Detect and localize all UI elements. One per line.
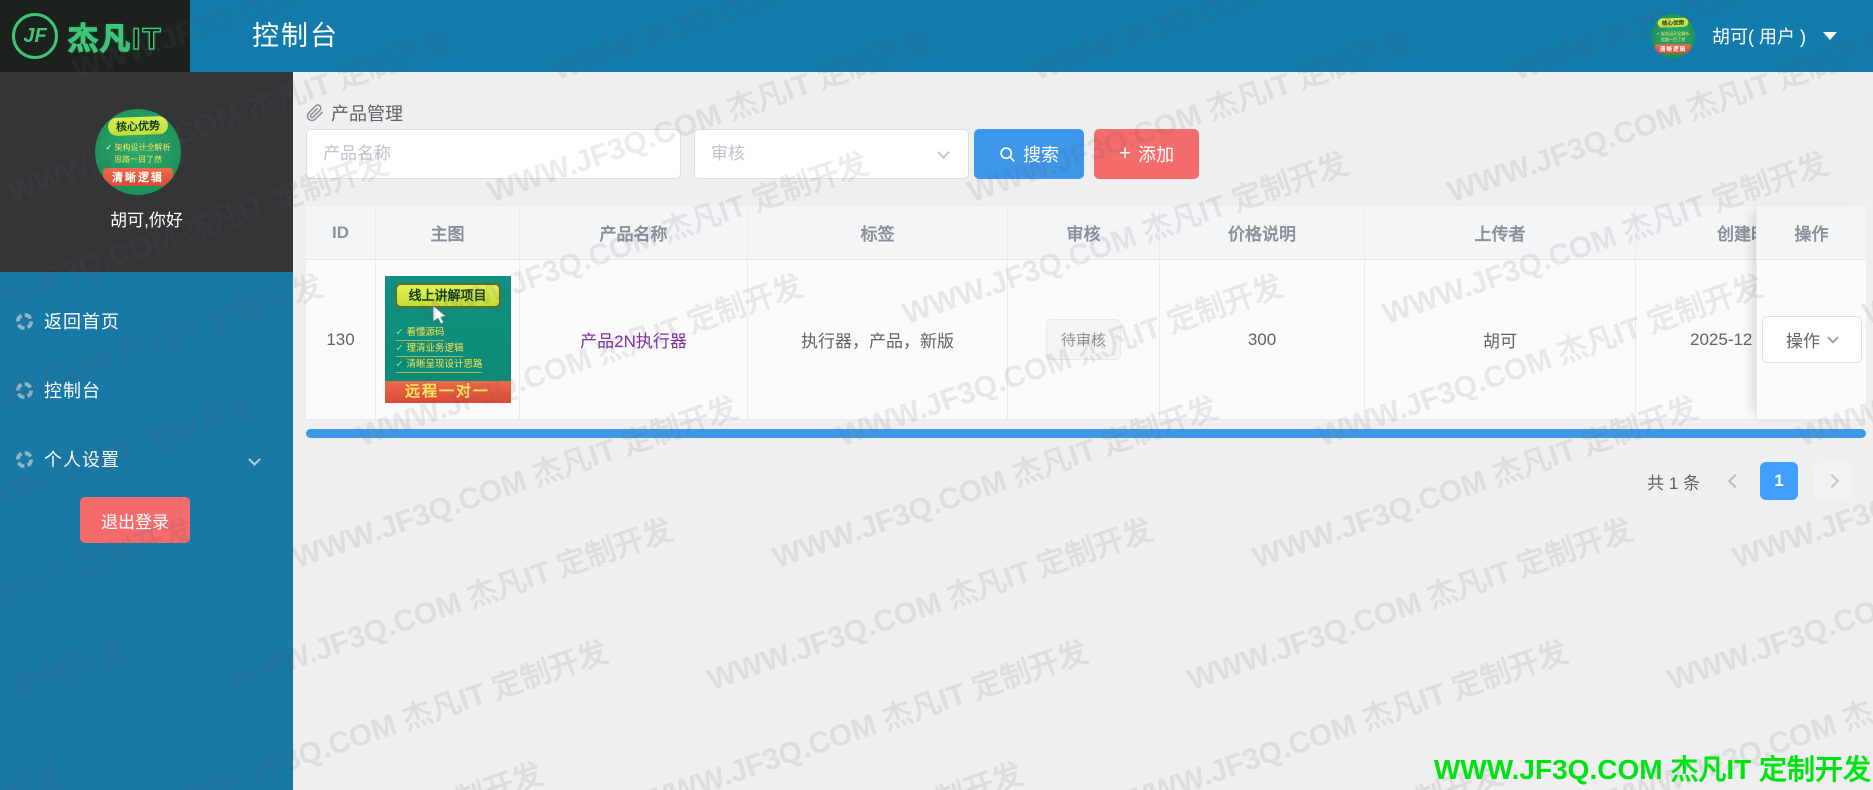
col-header-name: 产品名称 [520, 205, 748, 260]
pagination-page-1[interactable]: 1 [1760, 462, 1798, 500]
product-table: ID 主图 产品名称 标签 审核 价格说明 上传者 创建时间 130 线上讲解项… [306, 205, 1866, 420]
table-row: 130 线上讲解项目 ✓看懂源码 ✓理清业务逻辑 ✓清晰呈现设计思路 远程一对一… [306, 260, 1866, 420]
search-icon [999, 146, 1016, 163]
logout-button[interactable]: 退出登录 [80, 497, 190, 543]
cursor-icon [433, 306, 447, 324]
pagination-total: 共 1 条 [1647, 469, 1700, 494]
cell-tags: 执行器，产品，新版 [748, 260, 1008, 420]
poster-feature-list: ✓看懂源码 ✓理清业务逻辑 ✓清晰呈现设计思路 [396, 325, 483, 373]
sidebar-profile-section: 核心优势 ✓ 架构设计全解析 思路一目了然 清晰逻辑 胡可,你好 [0, 72, 293, 272]
horizontal-scrollbar[interactable] [306, 429, 1866, 438]
user-name: 胡可( 用户 ) [1712, 23, 1806, 49]
search-button[interactable]: 搜索 [974, 129, 1084, 179]
product-thumbnail[interactable]: 线上讲解项目 ✓看懂源码 ✓理清业务逻辑 ✓清晰呈现设计思路 远程一对一 [385, 276, 511, 403]
col-header-price: 价格说明 [1160, 205, 1365, 260]
main-content: 产品管理 审核 搜索 + 添加 ID 主图 产品名称 标签 审核 [293, 72, 1873, 790]
chevron-down-icon [1823, 32, 1837, 40]
product-name-link[interactable]: 产品2N执行器 [580, 327, 687, 352]
cell-uploader: 胡可 [1365, 260, 1636, 420]
cell-price: 300 [1160, 260, 1365, 420]
user-avatar: 核心优势 ✓ 架构设计全解析 思路一目了然 清晰逻辑 [1651, 14, 1695, 58]
col-header-id: ID [306, 205, 376, 260]
audit-select[interactable]: 审核 [694, 129, 969, 179]
pagination-prev-icon[interactable] [1728, 474, 1742, 488]
page-header-title: 控制台 [252, 0, 339, 72]
row-action-dropdown[interactable]: 操作 [1762, 316, 1862, 363]
check-icon: ✓ [106, 143, 113, 152]
chevron-down-icon [1827, 332, 1838, 343]
fixed-action-column: 操作 操作 [1756, 205, 1866, 420]
col-header-action: 操作 [1757, 205, 1866, 260]
chevron-down-icon [937, 146, 950, 159]
check-icon: ✓ [396, 343, 404, 354]
dashboard-icon [15, 381, 34, 400]
check-icon: ✓ [1656, 31, 1659, 36]
cell-id: 130 [306, 260, 376, 420]
cell-product-name: 产品2N执行器 [520, 260, 748, 420]
sidebar-item-home[interactable]: 返回首页 [0, 293, 293, 349]
sidebar-menu: 返回首页 控制台 个人设置 退出登录 [0, 272, 293, 790]
top-header: JF 杰凡IT 控制台 核心优势 ✓ 架构设计全解析 思路一目了然 清晰逻辑 胡… [0, 0, 1873, 72]
col-header-tags: 标签 [748, 205, 1008, 260]
col-header-uploader: 上传者 [1365, 205, 1636, 260]
sidebar-item-settings[interactable]: 个人设置 [0, 431, 293, 487]
table-header-row: ID 主图 产品名称 标签 审核 价格说明 上传者 创建时间 [306, 205, 1866, 260]
check-icon: ✓ [396, 359, 404, 370]
sidebar-avatar: 核心优势 ✓ 架构设计全解析 思路一目了然 清晰逻辑 [95, 109, 181, 195]
sidebar-greeting: 胡可,你好 [0, 206, 293, 231]
search-toolbar: 审核 搜索 + 添加 [306, 129, 1199, 179]
cell-audit: 待审核 [1008, 260, 1160, 420]
brand-logo-text: 杰凡IT [68, 14, 163, 58]
pagination: 共 1 条 1 [1647, 462, 1852, 500]
page-title: 产品管理 [331, 100, 403, 126]
col-header-image: 主图 [376, 205, 520, 260]
check-icon: ✓ [396, 327, 404, 338]
product-name-input[interactable] [306, 129, 681, 179]
brand-logo-monogram: JF [12, 13, 58, 59]
paperclip-icon [306, 104, 324, 122]
dashboard-icon [15, 312, 34, 331]
breadcrumb: 产品管理 [306, 100, 403, 126]
brand-logo[interactable]: JF 杰凡IT [0, 0, 190, 72]
dashboard-icon [15, 450, 34, 469]
col-header-audit: 审核 [1008, 205, 1160, 260]
sidebar-item-console[interactable]: 控制台 [0, 362, 293, 418]
app-root: JF 杰凡IT 控制台 核心优势 ✓ 架构设计全解析 思路一目了然 清晰逻辑 胡… [0, 0, 1873, 790]
user-menu[interactable]: 核心优势 ✓ 架构设计全解析 思路一目了然 清晰逻辑 胡可( 用户 ) [1651, 0, 1837, 72]
plus-icon: + [1119, 143, 1131, 164]
add-button[interactable]: + 添加 [1094, 129, 1199, 179]
chevron-down-icon [248, 453, 261, 466]
cell-image: 线上讲解项目 ✓看懂源码 ✓理清业务逻辑 ✓清晰呈现设计思路 远程一对一 [376, 260, 520, 420]
pagination-next-icon[interactable] [1814, 462, 1852, 500]
audit-status-badge: 待审核 [1046, 319, 1121, 360]
